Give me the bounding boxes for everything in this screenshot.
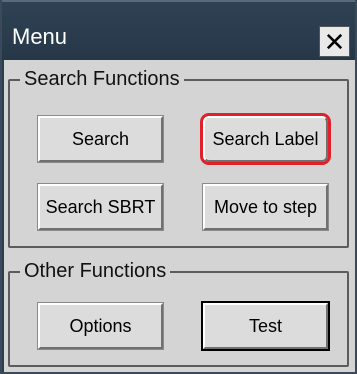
options-button[interactable]: Options — [37, 302, 164, 350]
search-functions-group: Search Functions Search Search Label Sea… — [8, 67, 349, 248]
search-sbrt-button[interactable]: Search SBRT — [37, 183, 164, 231]
close-button[interactable]: ✕ — [319, 26, 350, 57]
test-button[interactable]: Test — [201, 301, 330, 351]
search-label-button[interactable]: Search Label — [200, 113, 331, 165]
other-functions-group: Other Functions Options Test — [8, 259, 349, 367]
close-icon: ✕ — [323, 26, 346, 57]
window-title: Menu — [12, 24, 68, 49]
menu-window: Menu ✕ Search Functions Search Search La… — [0, 0, 357, 374]
other-functions-label: Other Functions — [20, 259, 171, 283]
search-button[interactable]: Search — [37, 115, 164, 163]
search-functions-label: Search Functions — [20, 67, 184, 91]
title-bar: Menu ✕ — [2, 0, 355, 60]
move-to-step-button[interactable]: Move to step — [202, 183, 329, 231]
menu-body: Search Functions Search Search Label Sea… — [4, 60, 355, 372]
